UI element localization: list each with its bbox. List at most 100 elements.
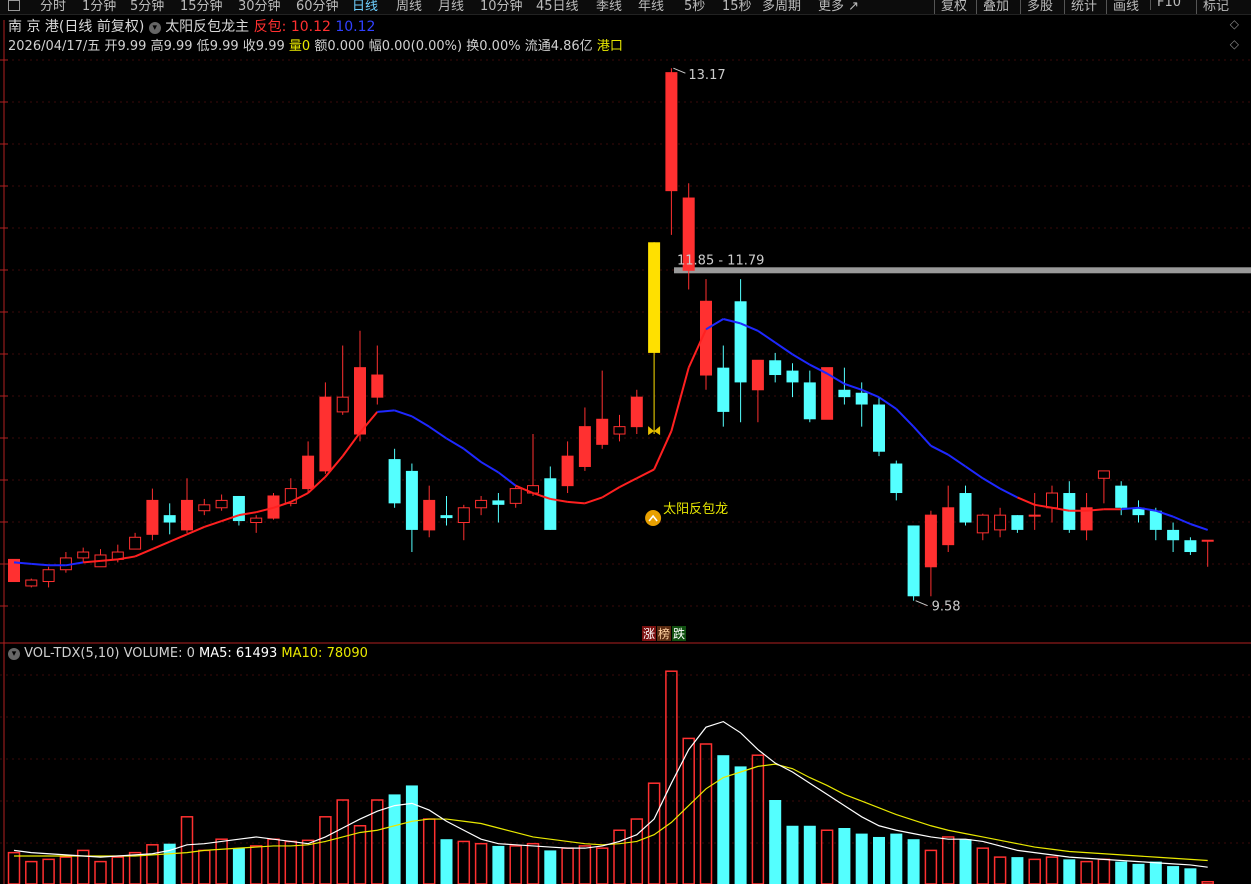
ma-segment <box>169 533 188 543</box>
volume-bar <box>249 845 263 884</box>
ma-segment <box>774 341 794 356</box>
candle-body <box>1046 492 1058 509</box>
ma-segment <box>757 329 776 344</box>
volume-bar <box>647 782 661 884</box>
candle-body <box>890 463 903 494</box>
dropdown-icon-vol[interactable]: ▾ <box>8 648 20 660</box>
ma-segment <box>428 425 448 440</box>
volume-bar <box>941 836 955 884</box>
candle-body <box>302 455 315 490</box>
vol-volume: VOLUME: 0 <box>123 646 195 661</box>
candle-body <box>42 569 55 583</box>
candle-body <box>596 418 609 445</box>
ma-segment <box>497 471 517 487</box>
candle-body <box>907 525 920 597</box>
ma-segment <box>341 431 361 457</box>
candle-body <box>354 367 366 435</box>
candle-body <box>1011 515 1024 530</box>
ma-segment <box>999 487 1018 499</box>
candle-body <box>319 396 332 472</box>
volume-bar <box>873 836 885 884</box>
signal-text: 太阳反包龙 <box>663 502 728 517</box>
volume-bar <box>993 856 1007 884</box>
candle-body <box>1097 470 1110 479</box>
volume-bar <box>717 755 730 884</box>
ma-segment <box>653 430 673 470</box>
candle-body <box>976 514 989 534</box>
volume-bar <box>301 839 315 884</box>
volume-bar <box>232 848 245 884</box>
candle-body <box>198 504 211 512</box>
volume-bar <box>1011 857 1024 884</box>
ma-segment <box>1017 496 1036 506</box>
ma-segment <box>1190 523 1209 531</box>
volume-bar <box>336 799 349 884</box>
candle-body <box>457 507 470 524</box>
volume-bar <box>1028 858 1041 884</box>
ma-segment <box>844 382 863 391</box>
ma-segment <box>912 425 932 447</box>
volume-bar <box>146 844 159 884</box>
volume-bar <box>578 845 592 884</box>
volume-bar <box>457 840 471 884</box>
candle-body <box>873 404 885 452</box>
vol-ma5: MA5: 61493 <box>199 646 278 661</box>
volume-bar <box>474 842 488 884</box>
volume-bar <box>215 838 228 884</box>
ma-segment <box>134 548 153 558</box>
volume-bar <box>959 839 972 884</box>
ma-segment <box>947 453 967 468</box>
volume-bar <box>786 825 799 884</box>
candle-body <box>959 493 972 523</box>
volume-bar <box>509 845 522 884</box>
volume-bar <box>1097 858 1111 884</box>
candle-body <box>994 514 1007 531</box>
volume-bar <box>769 800 782 884</box>
ma-segment <box>895 408 915 428</box>
volume-bar <box>595 847 609 884</box>
volume-bar <box>682 737 695 884</box>
candle-body <box>803 382 816 420</box>
volume-bar <box>422 818 436 884</box>
candle-body <box>405 470 418 530</box>
volume-bar <box>59 856 73 884</box>
ma-segment <box>1172 515 1191 525</box>
level-label: 11.85 - 11.79 <box>677 253 764 268</box>
volume-bar <box>855 833 868 884</box>
ma-segment <box>567 500 585 505</box>
ma-segment <box>601 486 621 499</box>
candle-body <box>509 488 522 504</box>
candle-body <box>1149 510 1162 530</box>
candle-body <box>181 499 193 531</box>
volume-bar <box>319 816 332 884</box>
candle-body <box>838 389 851 398</box>
candle-body <box>1028 514 1041 517</box>
volume-bar <box>353 825 367 884</box>
vol-ma10: MA10: 78090 <box>281 646 368 661</box>
volume-bar <box>613 829 626 884</box>
candle-body <box>475 499 488 509</box>
kline-chart[interactable]: 13.17 9.58 11.85 - 11.79 太阳反包龙涨榜跌 <box>0 0 1251 884</box>
candle-body <box>578 426 591 467</box>
low-label: 9.58 <box>932 600 961 615</box>
high-label: 13.17 <box>688 68 725 83</box>
volume-bar <box>820 829 834 884</box>
volume-bar <box>976 847 990 884</box>
volume-bar <box>665 670 678 884</box>
candle-body <box>613 426 626 435</box>
volume-bar <box>180 816 194 884</box>
ma-segment <box>463 447 482 463</box>
ma-segment <box>152 540 171 550</box>
candle-body <box>751 359 764 391</box>
vol-title[interactable]: VOL-TDX(5,10) <box>24 646 119 661</box>
candle-body <box>734 301 747 383</box>
ma-segment <box>670 367 690 432</box>
volume-bar <box>7 851 21 884</box>
volume-bar <box>128 851 142 884</box>
ma-segment <box>791 353 811 366</box>
candle-body <box>1167 529 1180 541</box>
volume-bar <box>907 839 920 884</box>
candle-body <box>146 499 159 535</box>
volume-bar <box>1184 868 1197 884</box>
candle-body <box>561 455 574 487</box>
